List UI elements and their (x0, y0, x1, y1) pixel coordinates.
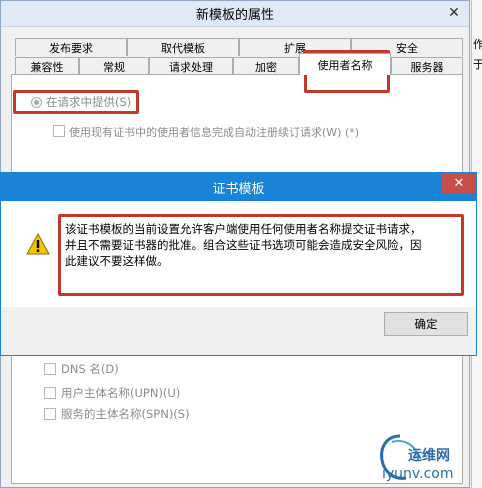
tab-superseded-templates[interactable]: 取代模板 (127, 38, 239, 56)
renewal-checkbox-label: 使用现有证书中的使用者信息完成自动注册续订请求(W) (*) (69, 126, 360, 139)
watermark-brand-cn: 运维网 (408, 448, 450, 464)
tab-compatibility[interactable]: 兼容性 (15, 57, 79, 75)
tab-request-handling[interactable]: 请求处理 (149, 57, 233, 75)
dns-name-label: DNS 名(D) (61, 362, 119, 376)
renewal-checkbox[interactable] (53, 125, 65, 137)
tab-general[interactable]: 常规 (79, 57, 149, 75)
ok-button[interactable]: 确定 (384, 312, 468, 336)
tab-subject-name[interactable]: 使用者名称 (299, 53, 391, 75)
highlight-warning-message (58, 214, 464, 296)
watermark-brand-url: iyunv.com (382, 466, 454, 482)
close-icon[interactable]: ✕ (441, 3, 467, 23)
side-text-top: 作 (473, 38, 482, 51)
cert-dialog-title: 证书模板 (212, 181, 265, 197)
close-icon[interactable]: ✕ (442, 173, 476, 193)
upn-checkbox[interactable] (44, 387, 56, 399)
dns-name-checkbox[interactable] (44, 363, 56, 375)
cert-dialog-title-bar: 证书模板 (1, 173, 476, 201)
highlight-supply-in-request (13, 90, 139, 114)
spn-label: 服务的主体名称(SPN)(S) (61, 407, 190, 421)
side-text-second: 于 (473, 58, 482, 71)
upn-label: 用户主体名称(UPN)(U) (61, 386, 181, 400)
properties-title-bar: 新模板的属性 (1, 1, 469, 27)
tab-cryptography[interactable]: 加密 (233, 57, 299, 75)
tab-server[interactable]: 服务器 (391, 57, 463, 75)
spn-checkbox[interactable] (44, 408, 56, 420)
tab-issuance-requirements[interactable]: 发布要求 (15, 38, 127, 56)
properties-title: 新模板的属性 (195, 8, 274, 23)
warning-icon (26, 233, 50, 255)
